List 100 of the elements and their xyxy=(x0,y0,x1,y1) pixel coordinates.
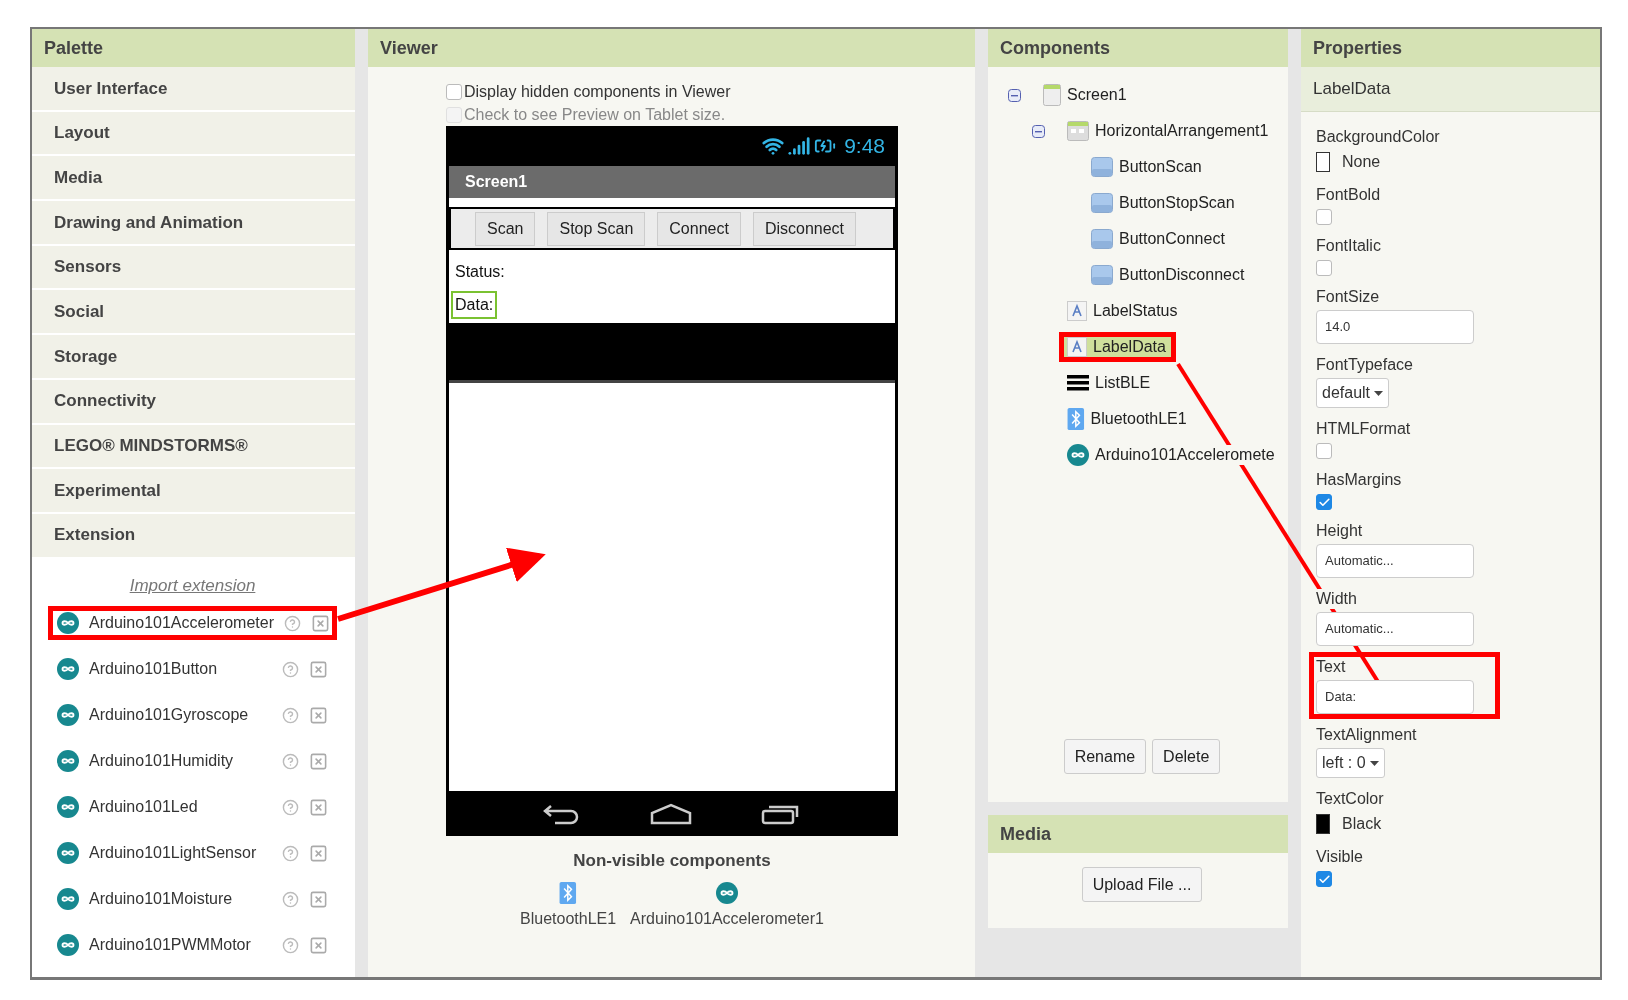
help-icon[interactable] xyxy=(282,890,299,908)
panel-button[interactable]: Rename xyxy=(1063,739,1147,774)
tree-item[interactable]: BluetoothLE1 xyxy=(1059,403,1197,435)
panel-button[interactable]: Delete xyxy=(1152,739,1221,774)
checkbox[interactable] xyxy=(1316,209,1332,225)
panel-header: Properties xyxy=(1301,29,1600,67)
extension-item[interactable]: Arduino101LightSensor xyxy=(48,836,337,871)
help-icon[interactable] xyxy=(282,660,299,678)
option-label: Check to see Preview on Tablet size. xyxy=(464,104,726,125)
label-icon xyxy=(1067,337,1087,357)
component-name: BluetoothLE1 xyxy=(520,908,617,929)
delete-icon[interactable] xyxy=(309,659,328,679)
tree-item[interactable]: Arduino101Acceleromete xyxy=(1059,439,1285,471)
collapse-icon[interactable] xyxy=(1008,88,1021,102)
import-extension-link[interactable]: Import extension xyxy=(129,572,256,599)
infinity-logo-icon xyxy=(716,881,739,904)
extension-item[interactable]: Arduino101Accelerometer xyxy=(48,606,337,641)
infinity-logo-icon xyxy=(57,658,79,681)
extension-item[interactable]: Arduino101Gyroscope xyxy=(48,698,337,733)
list-icon xyxy=(1067,374,1089,392)
palette-category[interactable]: User Interface xyxy=(32,67,355,112)
extension-name: Arduino101Moisture xyxy=(89,889,234,910)
palette-category[interactable]: Extension xyxy=(32,513,355,559)
infinity-logo-icon xyxy=(57,888,79,911)
infinity-logo-icon xyxy=(57,704,79,727)
home-icon[interactable] xyxy=(650,802,692,825)
palette-category[interactable]: LEGO® MINDSTORMS® xyxy=(32,424,355,470)
tree-item[interactable]: Screen1 xyxy=(1035,79,1137,111)
tree-item-label: Arduino101Acceleromete xyxy=(1095,445,1277,465)
checkbox[interactable] xyxy=(1316,260,1332,276)
dropdown[interactable]: left : 0 xyxy=(1316,748,1385,778)
checkbox[interactable] xyxy=(1316,871,1332,887)
option-label: Display hidden components in Viewer xyxy=(464,81,731,102)
extension-name: Arduino101Gyroscope xyxy=(89,705,250,726)
tree-item[interactable]: LabelStatus xyxy=(1059,296,1188,326)
help-icon[interactable] xyxy=(282,706,299,724)
extension-name: Arduino101PWMMotor xyxy=(89,935,252,956)
preview-button[interactable]: Disconnect xyxy=(752,211,857,246)
tree-item[interactable]: HorizontalArrangement1 xyxy=(1059,116,1279,146)
tree-item[interactable]: LabelData xyxy=(1059,332,1176,362)
title-bar: Screen1 xyxy=(449,166,895,198)
extension-item[interactable]: Arduino101PWMMotor xyxy=(48,928,337,963)
checkbox[interactable] xyxy=(446,83,462,100)
help-icon[interactable] xyxy=(282,844,299,862)
delete-icon[interactable] xyxy=(309,935,328,955)
screen-icon xyxy=(1043,84,1061,106)
extension-item[interactable]: Arduino101Moisture xyxy=(48,882,337,917)
color-swatch[interactable] xyxy=(1316,814,1330,834)
delete-icon[interactable] xyxy=(311,613,330,633)
tree-item[interactable]: ButtonDisconnect xyxy=(1083,260,1255,290)
help-icon[interactable] xyxy=(282,936,299,954)
palette-category[interactable]: Media xyxy=(32,156,355,202)
palette-category[interactable]: Layout xyxy=(32,111,355,157)
infinity-logo-icon xyxy=(57,934,79,957)
upload-file-button[interactable]: Upload File ... xyxy=(1081,867,1203,902)
help-icon[interactable] xyxy=(284,614,301,632)
tree-item[interactable]: ButtonScan xyxy=(1083,152,1212,182)
delete-icon[interactable] xyxy=(309,889,328,909)
check-icon xyxy=(1317,495,1331,509)
palette-category[interactable]: Social xyxy=(32,290,355,336)
infinity-logo-icon xyxy=(57,842,79,865)
collapse-icon[interactable] xyxy=(1032,124,1045,138)
extension-item[interactable]: Arduino101Led xyxy=(48,790,337,825)
component-name: Arduino101Accelerometer1 xyxy=(630,908,824,929)
infinity-logo-icon xyxy=(57,796,79,819)
preview-button[interactable]: Scan xyxy=(475,211,536,246)
checkbox[interactable] xyxy=(1316,443,1332,459)
extension-item[interactable]: Arduino101Humidity xyxy=(48,744,337,779)
preview-button[interactable]: Stop Scan xyxy=(547,211,646,246)
palette-category[interactable]: Storage xyxy=(32,335,355,380)
palette-category[interactable]: Sensors xyxy=(32,245,355,291)
extension-item[interactable]: Arduino101Button xyxy=(48,652,337,687)
text-field[interactable]: Automatic... xyxy=(1316,544,1474,578)
extension-name: Arduino101Humidity xyxy=(89,751,235,772)
palette-category[interactable]: Connectivity xyxy=(32,379,355,425)
text-field[interactable]: Automatic... xyxy=(1316,612,1474,646)
delete-icon[interactable] xyxy=(309,751,328,771)
delete-icon[interactable] xyxy=(309,797,328,817)
extension-name: Arduino101Button xyxy=(89,659,219,680)
palette-category[interactable]: Experimental xyxy=(32,469,355,514)
panel-header: Palette xyxy=(32,29,355,67)
delete-icon[interactable] xyxy=(309,705,328,725)
help-icon[interactable] xyxy=(282,752,299,770)
selected-component-name: LabelData xyxy=(1301,67,1600,112)
palette-category[interactable]: Drawing and Animation xyxy=(32,201,355,246)
color-swatch[interactable] xyxy=(1316,152,1330,172)
text-field[interactable]: 14.0 xyxy=(1316,310,1474,344)
help-icon[interactable] xyxy=(282,798,299,816)
dropdown[interactable]: default xyxy=(1316,378,1390,408)
checkbox[interactable] xyxy=(1316,494,1332,510)
preview-label: Data: xyxy=(451,291,498,319)
check-icon xyxy=(1317,872,1331,886)
tree-item[interactable]: ButtonConnect xyxy=(1083,224,1235,254)
delete-icon[interactable] xyxy=(309,843,328,863)
preview-label: Status: xyxy=(454,262,506,282)
button-icon xyxy=(1091,265,1113,285)
preview-button[interactable]: Connect xyxy=(657,211,741,246)
tree-item[interactable]: ButtonStopScan xyxy=(1083,188,1245,218)
text-field[interactable]: Data: xyxy=(1316,680,1474,714)
tree-item[interactable]: ListBLE xyxy=(1059,368,1161,398)
